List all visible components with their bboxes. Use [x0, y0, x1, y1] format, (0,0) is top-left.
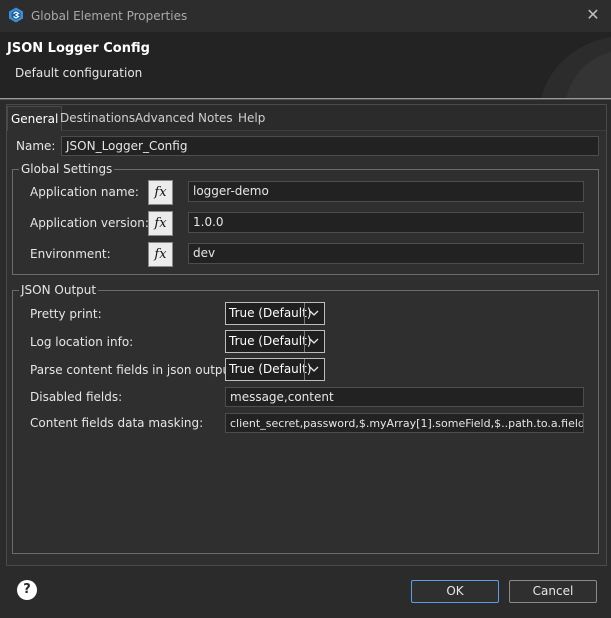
mule-studio-icon — [9, 7, 23, 23]
environment-fx-button[interactable]: fx — [148, 242, 173, 267]
pretty-print-select[interactable]: True (Default) — [225, 302, 325, 325]
tab-notes[interactable]: Notes — [195, 106, 236, 130]
application-version-label: Application version: — [30, 216, 149, 230]
name-input[interactable]: JSON_Logger_Config — [61, 136, 599, 156]
ok-button[interactable]: OK — [411, 580, 499, 603]
name-label: Name: — [16, 139, 56, 153]
help-icon[interactable]: ? — [17, 580, 37, 600]
tab-advanced[interactable]: Advanced — [132, 106, 197, 130]
chevron-down-icon — [309, 338, 319, 344]
tab-help[interactable]: Help — [235, 106, 268, 130]
dialog-subtitle: Default configuration — [15, 66, 143, 80]
application-version-fx-button[interactable]: fx — [148, 211, 173, 236]
chevron-down-icon — [309, 366, 319, 372]
dialog-header: JSON Logger Config Default configuration — [0, 32, 611, 98]
disabled-fields-label: Disabled fields: — [30, 390, 123, 404]
log-location-info-label: Log location info: — [30, 335, 134, 349]
header-divider-shadow — [0, 99, 611, 100]
cancel-button[interactable]: Cancel — [509, 580, 597, 603]
tab-general[interactable]: General — [7, 106, 63, 131]
close-icon[interactable]: ✕ — [582, 4, 604, 26]
dialog-title: JSON Logger Config — [7, 41, 150, 56]
window-title: Global Element Properties — [31, 9, 188, 23]
parse-content-fields-label: Parse content fields in json output: — [30, 363, 239, 377]
parse-content-fields-value: True (Default) — [229, 362, 312, 376]
pretty-print-label: Pretty print: — [30, 307, 102, 321]
data-masking-input[interactable]: client_secret,password,$.myArray[1].some… — [225, 413, 584, 433]
disabled-fields-input[interactable]: message,content — [225, 387, 584, 407]
log-location-info-select[interactable]: True (Default) — [225, 330, 325, 353]
application-version-input[interactable]: 1.0.0 — [188, 212, 584, 233]
json-output-title: JSON Output — [19, 283, 99, 297]
tab-destinations[interactable]: Destinations — [57, 106, 138, 130]
chevron-down-icon — [309, 310, 319, 316]
application-name-input[interactable]: logger-demo — [188, 181, 584, 202]
log-location-info-value: True (Default) — [229, 334, 312, 348]
parse-content-fields-select[interactable]: True (Default) — [225, 358, 325, 381]
global-settings-title: Global Settings — [19, 162, 115, 176]
application-name-label: Application name: — [30, 185, 139, 199]
pretty-print-value: True (Default) — [229, 306, 312, 320]
data-masking-label: Content fields data masking: — [30, 416, 204, 430]
header-decoration — [541, 37, 611, 98]
application-name-fx-button[interactable]: fx — [148, 180, 173, 205]
environment-input[interactable]: dev — [188, 243, 584, 264]
environment-label: Environment: — [30, 247, 111, 261]
